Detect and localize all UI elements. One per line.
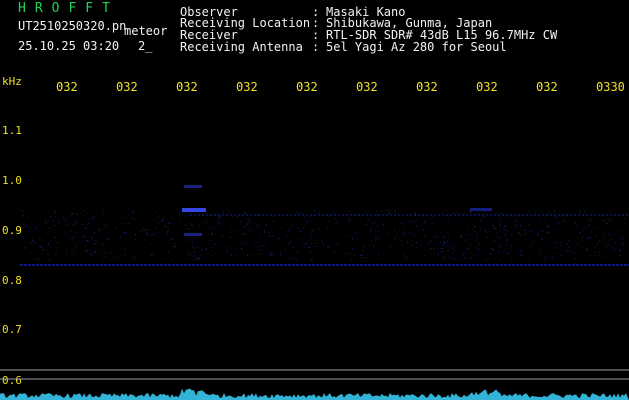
meteor-echo-trace — [184, 185, 202, 188]
brand-title: HROFFT — [18, 1, 119, 16]
spectrogram-plot — [0, 84, 629, 400]
antenna-label: Receiving Antenna — [180, 40, 303, 54]
detection-count-mark: _ — [145, 39, 153, 53]
mode-label: meteor — [124, 24, 168, 38]
meteor-echo-trace — [184, 233, 202, 236]
noise-band — [20, 210, 626, 261]
antenna-value: 5el Yagi Az 280 for Seoul — [326, 40, 507, 54]
spectrum-trace — [0, 388, 629, 400]
detection-count: 2_ — [138, 40, 152, 52]
observation-datetime: 25.10.25 03:20 — [18, 39, 120, 53]
antenna-sep: : — [312, 40, 320, 54]
meteor-echo — [470, 208, 492, 211]
meteor-echo — [182, 208, 206, 212]
image-filename: UT2510250320.pn — [18, 19, 127, 33]
